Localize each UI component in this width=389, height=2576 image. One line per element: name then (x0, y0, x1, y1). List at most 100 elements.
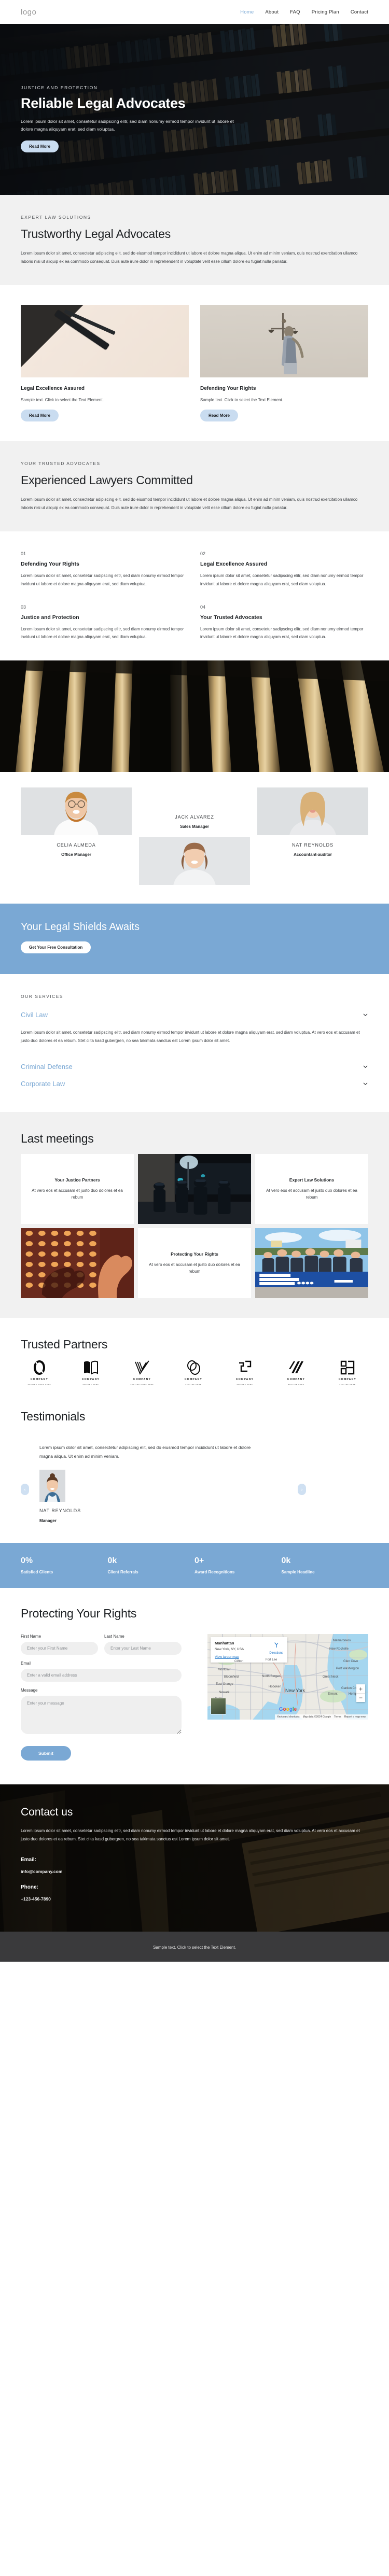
first-name-label: First Name (21, 1634, 41, 1639)
footer-title: Contact us (21, 1806, 73, 1819)
map-directions-button[interactable]: Directions (269, 1641, 283, 1655)
team-member: NAT REYNOLDS Accountant-auditor (257, 787, 368, 885)
intro-section: EXPERT LAW SOLUTIONS Trustworthy Legal A… (0, 195, 389, 286)
map-zoom-in-button[interactable]: + (356, 1684, 365, 1693)
team-member: JACK ALVAREZ Sales Manager (139, 787, 250, 885)
stat-value: 0% (21, 1556, 33, 1566)
cta-consultation-button[interactable]: Get Your Free Consultation (21, 941, 91, 954)
team-member-photo (257, 787, 368, 836)
nav-link-contact[interactable]: Contact (351, 9, 368, 15)
submit-button[interactable]: Submit (21, 1746, 71, 1761)
first-name-input[interactable] (21, 1642, 98, 1655)
map-label: North Bergen (262, 1675, 281, 1679)
nav-link-pricing-plan[interactable]: Pricing Plan (312, 9, 339, 15)
feature-item: 01 Defending Your Rights Lorem ipsum dol… (21, 551, 189, 587)
map-street-view-thumbnail[interactable] (211, 1698, 226, 1715)
site-logo[interactable]: logo (21, 8, 36, 17)
testimonial-quote: Lorem ipsum dolor sit amet, consectetur … (39, 1445, 251, 1459)
partner-tagline: TAGLINE HERE (288, 1384, 304, 1386)
partner-logo[interactable]: COMPANY TAGLINE GOES HERE (21, 1360, 58, 1386)
nav-link-faq[interactable]: FAQ (290, 9, 300, 15)
testimonial-next-button[interactable]: › (298, 1484, 306, 1496)
testimonial-prev-button[interactable]: ‹ (21, 1484, 29, 1496)
accordion-header-corporate-law[interactable]: Corporate Law (21, 1075, 368, 1092)
meeting-image-cell (138, 1154, 251, 1224)
map-terms-link[interactable]: Terms (334, 1715, 341, 1719)
service-card-title: Defending Your Rights (200, 386, 256, 392)
partners-section: Trusted Partners COMPANY TAGLINE GOES HE… (0, 1318, 389, 1406)
stat-value: 0k (281, 1556, 291, 1566)
cta-band: Your Legal Shields Awaits Get Your Free … (0, 904, 389, 975)
service-cards-section: Legal Excellence Assured Sample text. Cl… (0, 285, 389, 442)
partner-tagline: TAGLINE HERE (237, 1384, 253, 1386)
top-navbar: logo Home About FAQ Pricing Plan Contact (0, 0, 389, 24)
accordion-header-criminal-defense[interactable]: Criminal Defense (21, 1058, 368, 1075)
feature-text: Lorem ipsum dolor sit amet, consetetur s… (200, 573, 364, 586)
ring-mark-icon (33, 1360, 46, 1375)
map-column: Manhattan New York, NY, USA View larger … (207, 1634, 368, 1761)
footer-phone-value[interactable]: +123-456-7890 (21, 1896, 368, 1902)
testimonial-role: Manager (39, 1518, 57, 1524)
map-attribution: Keyboard shortcuts Map data ©2024 Google… (275, 1714, 368, 1720)
message-textarea[interactable] (21, 1696, 182, 1735)
courthouse-columns-banner-image (0, 660, 389, 772)
partner-logo[interactable]: COMPANY TAGLINE HERE (277, 1360, 315, 1386)
chevron-down-icon[interactable] (363, 1064, 368, 1069)
meeting-text: At vero eos et accusam et justo duo dolo… (32, 1188, 123, 1200)
team-member: CELIA ALMEDA Office Manager (21, 787, 132, 885)
map-label: Glen Cove (343, 1660, 358, 1664)
hero-eyebrow: JUSTICE AND PROTECTION (21, 85, 98, 90)
nav-link-about[interactable]: About (265, 9, 279, 15)
team-member-role: Accountant-auditor (294, 852, 332, 857)
feature-item: 04 Your Trusted Advocates Lorem ipsum do… (200, 604, 368, 641)
google-logo: Google (279, 1707, 297, 1713)
feature-text: Lorem ipsum dolor sit amet, consetetur s… (21, 626, 184, 639)
partner-name: COMPANY (235, 1378, 254, 1382)
directions-icon (274, 1642, 278, 1648)
map-report-error-link[interactable]: Report a map error (344, 1715, 366, 1719)
team-member-photo (21, 787, 132, 836)
last-name-input[interactable] (104, 1642, 182, 1655)
stat-item: 0k Sample Headline (282, 1556, 369, 1574)
chevron-down-icon[interactable] (363, 1081, 368, 1087)
contact-form: First Name Last Name Email Message (21, 1634, 182, 1761)
stat-value: 0k (107, 1556, 117, 1566)
accordion-header-civil-law[interactable]: Civil Law (21, 1006, 368, 1023)
partners-title: Trusted Partners (21, 1338, 108, 1352)
feature-title: Legal Excellence Assured (200, 561, 268, 568)
feature-number: 01 (21, 551, 26, 557)
chevron-down-icon[interactable] (363, 1012, 368, 1018)
nav-link-home[interactable]: Home (240, 9, 254, 15)
email-input[interactable] (21, 1669, 182, 1682)
footer-text: Lorem ipsum dolor sit amet, consetetur s… (21, 1828, 360, 1842)
contact-form-section: Protecting Your Rights First Name Last N… (0, 1588, 389, 1785)
primary-nav: Home About FAQ Pricing Plan Contact (240, 9, 368, 15)
pen-on-paper-image (21, 305, 189, 378)
message-label: Message (21, 1688, 38, 1693)
meeting-text-cell: Your Justice Partners At vero eos et acc… (21, 1154, 134, 1224)
team-member-photo (139, 837, 250, 885)
partner-logo[interactable]: COMPANY TAGLINE GOES HERE (123, 1360, 161, 1386)
partner-logo[interactable]: COMPANY TAGLINE HERE (175, 1360, 212, 1386)
map-label: Elmont (328, 1693, 338, 1696)
footer-email-value[interactable]: info@company.com (21, 1869, 368, 1874)
partner-name: COMPANY (338, 1378, 357, 1382)
service-card-text: Sample text. Click to select the Text El… (200, 398, 283, 403)
google-map[interactable]: Manhattan New York, NY, USA View larger … (207, 1634, 368, 1720)
map-keyboard-shortcuts[interactable]: Keyboard shortcuts (277, 1715, 299, 1719)
accordion-title: Civil Law (21, 1011, 48, 1019)
advocates-text: Lorem ipsum dolor sit amet, consectetur … (21, 497, 358, 510)
service-card-read-more-button[interactable]: Read More (21, 410, 59, 422)
stat-item: 0% Satisfied Clients (21, 1556, 108, 1574)
map-zoom-out-button[interactable]: − (356, 1693, 365, 1702)
partner-logo[interactable]: COMPANY TAGLINE HERE (226, 1360, 263, 1386)
map-label: Garden City (341, 1687, 358, 1691)
partner-logo[interactable]: COMPANY TAGLINE HERE (329, 1360, 366, 1386)
service-card-read-more-button[interactable]: Read More (200, 410, 238, 422)
hero-read-more-button[interactable]: Read More (21, 140, 59, 152)
footer-phone-label: Phone: (21, 1884, 38, 1890)
partner-logo[interactable]: COMPANY TAGLINE HERE (72, 1360, 109, 1386)
services-accordion-section: OUR SERVICES Civil Law Lorem ipsum dolor… (0, 974, 389, 1113)
meeting-text-cell: Expert Law Solutions At vero eos et accu… (255, 1154, 368, 1224)
stat-value: 0+ (195, 1556, 204, 1566)
